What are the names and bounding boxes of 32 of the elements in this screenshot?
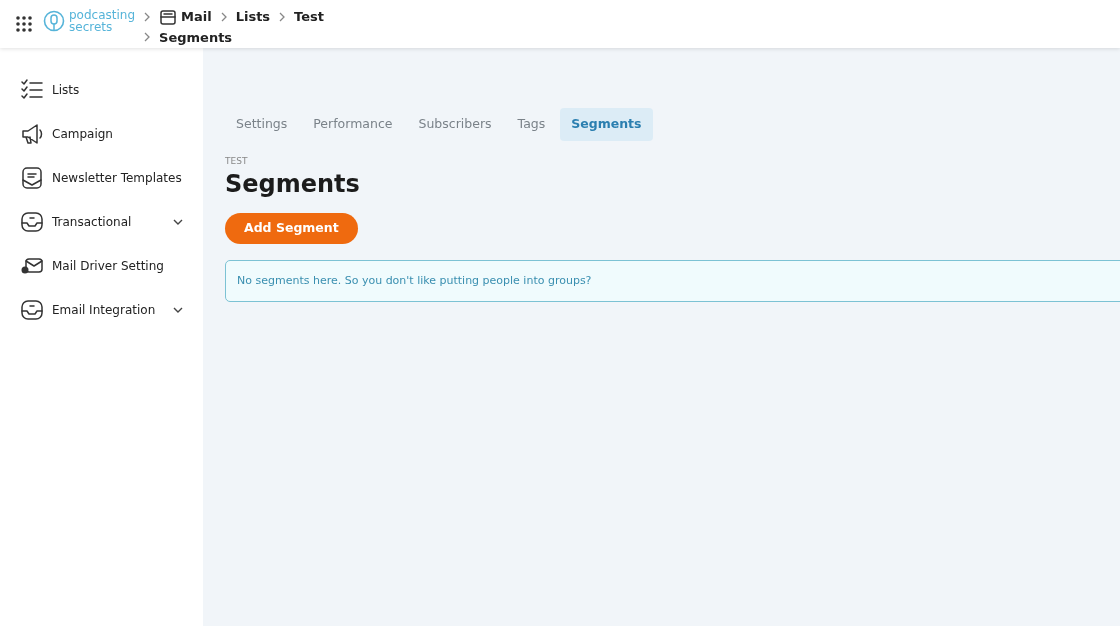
- breadcrumb-link[interactable]: Segments: [159, 27, 233, 47]
- checklist-icon: [20, 78, 44, 102]
- inbox-icon: [20, 210, 44, 234]
- logo-text: secrets: [69, 21, 113, 33]
- sidebar-item[interactable]: Mail Driver Setting: [52, 257, 183, 275]
- chevron-right-icon: [143, 11, 152, 22]
- tab[interactable]: Settings: [225, 108, 299, 141]
- sidebar-item[interactable]: Email Integration: [52, 301, 173, 319]
- mail-icon: [159, 7, 178, 26]
- tab[interactable]: Segments: [560, 108, 653, 141]
- tab[interactable]: Performance: [302, 108, 404, 141]
- tab[interactable]: Subscribers: [407, 108, 503, 141]
- sidebar-item[interactable]: Transactional: [52, 213, 173, 231]
- microphone-icon: [43, 10, 65, 32]
- page-title: Segments: [225, 170, 361, 200]
- breadcrumb-link[interactable]: Lists: [235, 7, 271, 27]
- app-grid-icon: [15, 15, 33, 33]
- sidebar-item[interactable]: Campaign: [52, 125, 183, 143]
- sidebar-item[interactable]: Lists: [52, 81, 183, 99]
- empty-state-message: No segments here. So you don't like putting people into groups?: [225, 259, 1120, 303]
- sidebar-item[interactable]: Newsletter Templates: [52, 169, 183, 187]
- breadcrumb-link[interactable]: Mail: [181, 7, 212, 27]
- megaphone-icon: [20, 122, 44, 146]
- inbox-icon: [20, 298, 44, 322]
- logo-text: podcasting: [69, 9, 136, 21]
- chevron-right-icon: [219, 11, 228, 22]
- chevron-right-icon: [143, 32, 152, 43]
- chevron-right-icon: [278, 11, 287, 22]
- tab[interactable]: Tags: [506, 108, 557, 141]
- envelope-icon: [20, 166, 44, 190]
- breadcrumb-link[interactable]: Test: [294, 7, 325, 27]
- eyebrow-label: TEST: [225, 154, 249, 168]
